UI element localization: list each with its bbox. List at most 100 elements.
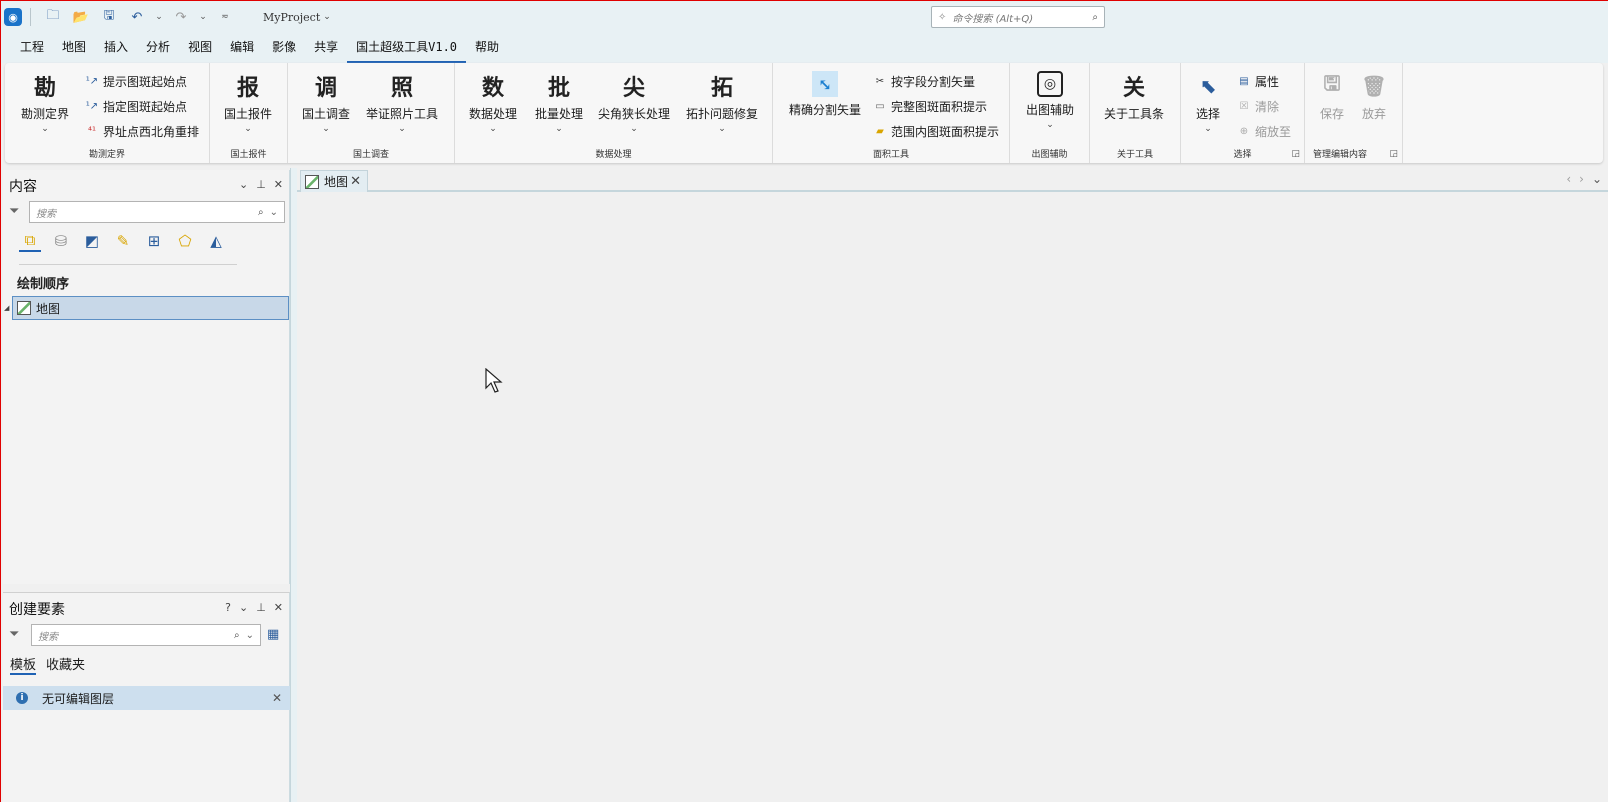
data-source-icon[interactable]: ⛁ xyxy=(50,230,72,252)
hint-start-point-label: 提示图斑起始点 xyxy=(103,75,188,89)
menu-imagery[interactable]: 影像 xyxy=(263,33,305,63)
menu-insert[interactable]: 插入 xyxy=(95,33,137,63)
batch-process-button[interactable]: 批 批量处理 ⌄ xyxy=(535,71,583,134)
topology-fix-icon: 拓 xyxy=(710,75,733,101)
search-icon[interactable]: ⌕ xyxy=(1092,12,1098,23)
command-search-input[interactable]: ✧ 命令搜索 (Alt+Q) ⌕ xyxy=(931,6,1105,28)
range-area-hint-button[interactable]: ▰ 范围内图斑面积提示 xyxy=(873,123,999,140)
tab-map[interactable]: 地图 ✕ xyxy=(300,170,368,192)
search-icon[interactable]: ⌕ xyxy=(234,630,240,641)
map-output-icon: ◎ xyxy=(1037,71,1063,97)
data-process-button[interactable]: 数 数据处理 ⌄ xyxy=(469,71,517,134)
snapping-grid-icon[interactable]: ⊞ xyxy=(143,230,165,252)
save-edits-label: 保存 xyxy=(1319,107,1344,121)
batch-process-icon: 批 xyxy=(547,75,570,101)
sharp-angle-button[interactable]: 尖 尖角狭长处理 ⌄ xyxy=(598,71,670,134)
perspective-icon[interactable]: ◭ xyxy=(205,230,227,252)
close-icon[interactable]: ✕ xyxy=(350,174,361,189)
redo-icon[interactable]: ↷ xyxy=(170,6,192,28)
filter-icon[interactable]: ⏷ xyxy=(9,204,19,219)
topology-fix-button[interactable]: 拓 拓扑问题修复 ⌄ xyxy=(686,71,758,134)
menu-project[interactable]: 工程 xyxy=(11,33,53,63)
customize-toolbar-icon[interactable]: ≂ xyxy=(214,6,236,28)
chevron-down-icon[interactable]: ⌄ xyxy=(270,207,278,218)
hint-start-point-button[interactable]: ¹↗ 提示图斑起始点 xyxy=(85,73,187,90)
project-dropdown-icon[interactable]: ⌄ xyxy=(323,12,331,22)
contents-search-input[interactable]: 搜索 ⌕ ⌄ xyxy=(29,201,285,223)
undo-dropdown-icon[interactable]: ⌄ xyxy=(154,6,164,28)
group-kance: 勘 勘测定界 ⌄ ¹↗ 提示图斑起始点 ¹↗ 指定图斑起始点 ⁴¹ 界址点西北角… xyxy=(5,63,210,163)
save-edits-button[interactable]: 🖫 保存 xyxy=(1317,71,1347,122)
split-by-field-button[interactable]: ✂ 按字段分割矢量 xyxy=(873,73,975,90)
close-icon[interactable]: ✕ xyxy=(272,691,282,705)
expand-triangle-icon[interactable]: ◢ xyxy=(4,304,9,312)
chevron-down-icon[interactable]: ⌄ xyxy=(1592,172,1602,186)
search-icon[interactable]: ⌕ xyxy=(258,207,264,218)
map-output-button[interactable]: ◎ 出图辅助 ⌄ xyxy=(1026,71,1074,130)
menu-analysis[interactable]: 分析 xyxy=(137,33,179,63)
discard-edits-button[interactable]: 🗑 放弃 xyxy=(1359,71,1389,122)
title-bar: ◉ 🗀 📂 🖫 ↶ ⌄ ↷ ⌄ ≂ MyProject ⌄ ✧ 命令搜索 (Al… xyxy=(1,1,1608,33)
redo-dropdown-icon[interactable]: ⌄ xyxy=(198,6,208,28)
chevron-right-icon[interactable]: › xyxy=(1579,172,1584,186)
drawing-order-icon[interactable]: ⧉ xyxy=(19,230,41,252)
diaocha-button[interactable]: 调 国土调查 ⌄ xyxy=(302,71,350,134)
layer-item-map[interactable]: 地图 xyxy=(12,296,289,320)
pin-icon[interactable]: ⊥ xyxy=(256,178,266,191)
clear-selection-button[interactable]: ☒ 清除 xyxy=(1237,98,1280,115)
select-button[interactable]: ⬉ 选择 ⌄ xyxy=(1193,71,1223,134)
group-label: 关于工具 xyxy=(1116,150,1153,160)
pin-icon[interactable]: ⊥ xyxy=(256,601,266,614)
open-project-icon[interactable]: 📂 xyxy=(70,6,92,28)
chevron-down-icon[interactable]: ⌄ xyxy=(239,601,248,614)
attributes-button[interactable]: ▤ 属性 xyxy=(1237,73,1279,90)
tab-templates[interactable]: 模板 xyxy=(10,654,37,675)
chevron-down-icon[interactable]: ⌄ xyxy=(239,178,248,191)
baojian-button[interactable]: 报 国土报件 ⌄ xyxy=(224,71,272,134)
pane-splitter[interactable] xyxy=(290,168,297,802)
photo-tool-button[interactable]: 照 举证照片工具 ⌄ xyxy=(366,71,438,134)
app-icon[interactable]: ◉ xyxy=(4,8,22,26)
about-toolbar-button[interactable]: 关 关于工具条 xyxy=(1104,71,1164,122)
chevron-down-icon[interactable]: ⌄ xyxy=(246,630,254,641)
menu-help[interactable]: 帮助 xyxy=(466,33,508,63)
help-icon[interactable]: ? xyxy=(225,601,231,614)
group-xuanze: ⬉ 选择 ⌄ ▤ 属性 ☒ 清除 ⊕ 缩放至 ◲ 选择 xyxy=(1181,63,1305,163)
map-view[interactable] xyxy=(297,194,1608,802)
close-icon[interactable]: ✕ xyxy=(274,178,283,191)
menu-view[interactable]: 视图 xyxy=(179,33,221,63)
menu-map[interactable]: 地图 xyxy=(53,33,95,63)
reorder-boundary-points-button[interactable]: ⁴¹ 界址点西北角重排 xyxy=(85,123,199,140)
group-label: 面积工具 xyxy=(872,150,909,160)
undo-icon[interactable]: ↶ xyxy=(126,6,148,28)
diaocha-icon: 调 xyxy=(314,75,337,101)
selection-icon[interactable]: ◩ xyxy=(81,230,103,252)
tab-favorites[interactable]: 收藏夹 xyxy=(46,654,85,675)
close-icon[interactable]: ✕ xyxy=(274,601,283,614)
data-process-icon: 数 xyxy=(481,75,504,101)
group-label: 勘测定界 xyxy=(88,150,125,160)
chevron-left-icon[interactable]: ‹ xyxy=(1566,172,1571,186)
menu-land-tools[interactable]: 国土超级工具V1.0 xyxy=(347,33,467,63)
split-by-field-label: 按字段分割矢量 xyxy=(891,75,976,89)
filter-icon[interactable]: ⏷ xyxy=(9,627,19,642)
baojian-icon: 报 xyxy=(236,75,259,101)
manage-templates-icon[interactable]: ▦ xyxy=(267,627,279,642)
menu-share[interactable]: 共享 xyxy=(305,33,347,63)
zoom-to-button[interactable]: ⊕ 缩放至 xyxy=(1237,123,1291,140)
contents-title: 内容 xyxy=(9,179,37,195)
save-project-icon[interactable]: 🖫 xyxy=(98,6,120,28)
set-start-point-button[interactable]: ¹↗ 指定图斑起始点 xyxy=(85,98,187,115)
baojian-label: 国土报件 xyxy=(224,107,273,121)
menu-edit[interactable]: 编辑 xyxy=(221,33,263,63)
precise-split-button[interactable]: ⤡ 精确分割矢量 xyxy=(789,71,861,118)
kance-button[interactable]: 勘 勘测定界 ⌄ xyxy=(21,71,69,134)
editing-pencil-icon[interactable]: ✎ xyxy=(112,230,134,252)
templates-search-input[interactable]: 搜索 ⌕ ⌄ xyxy=(31,624,261,646)
full-area-hint-button[interactable]: ▭ 完整图斑面积提示 xyxy=(873,98,987,115)
new-project-icon[interactable]: 🗀 xyxy=(42,6,64,28)
labeling-tag-icon[interactable]: ⬠ xyxy=(174,230,196,252)
chevron-down-icon: ⌄ xyxy=(41,124,49,134)
chevron-down-icon: ⌄ xyxy=(630,124,638,134)
project-name[interactable]: MyProject xyxy=(263,11,320,24)
